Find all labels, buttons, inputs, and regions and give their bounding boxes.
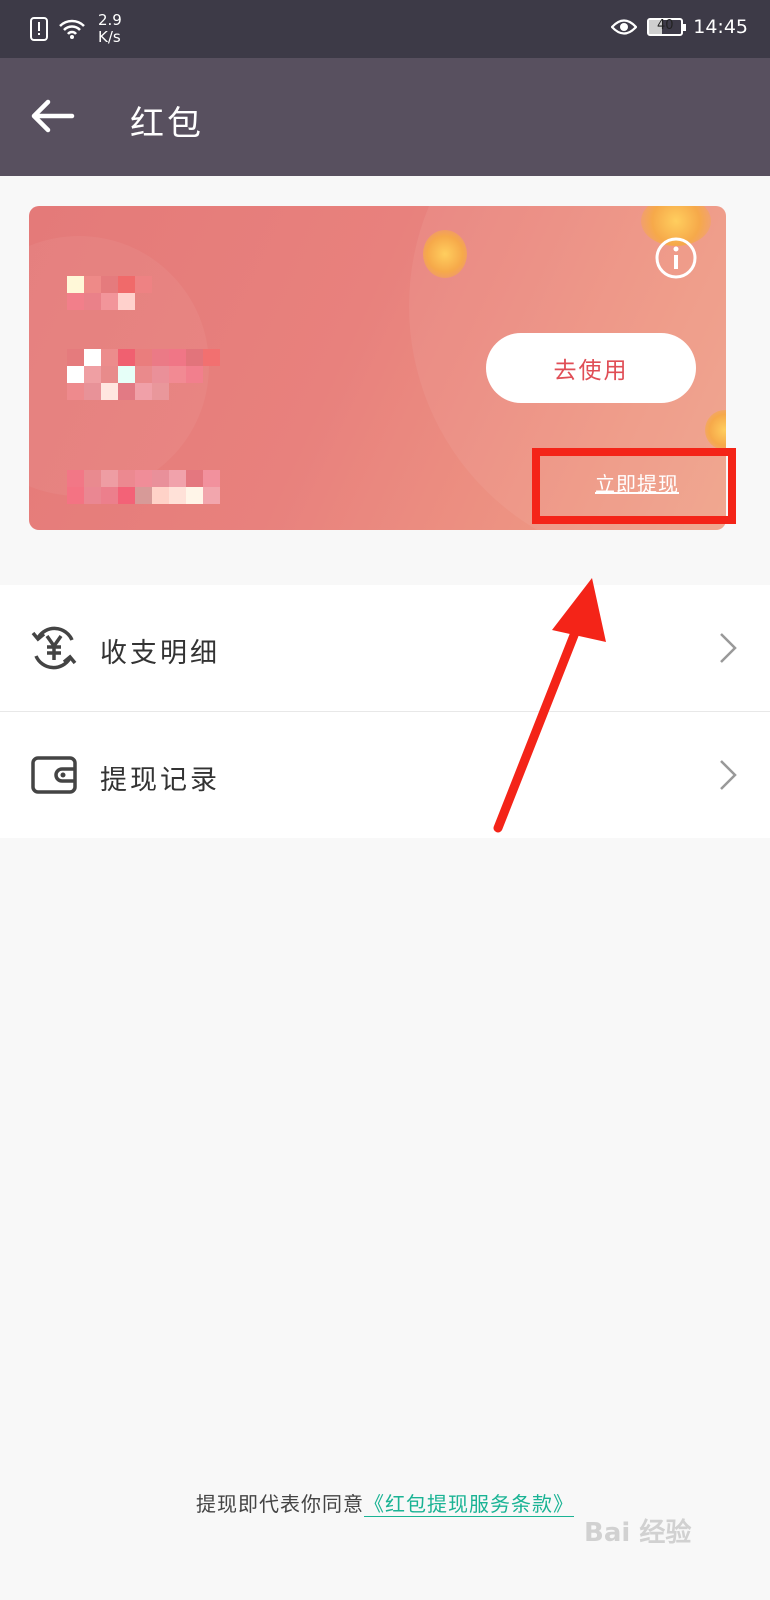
status-left: 2.9 K/s [30, 12, 122, 46]
pixelated-balance [67, 349, 220, 400]
network-speed: 2.9 K/s [98, 12, 122, 46]
wallet-icon [30, 751, 78, 799]
chevron-right-icon [718, 632, 738, 664]
menu-item-label: 收支明细 [100, 638, 220, 669]
pixelated-account-info [67, 276, 220, 310]
alert-icon [30, 17, 48, 41]
status-right: 40 14:45 [611, 16, 748, 38]
eye-comfort-icon [611, 17, 638, 37]
use-button[interactable]: 去使用 [486, 333, 696, 403]
footer-prefix: 提现即代表你同意 [196, 1492, 364, 1516]
back-arrow-icon[interactable] [28, 96, 78, 136]
coin-decoration [423, 230, 467, 278]
menu-item-label: 提现记录 [100, 765, 220, 796]
page-title: 红包 [130, 104, 204, 144]
menu-list: 收支明细 提现记录 [0, 585, 770, 838]
battery-level: 40 [656, 18, 674, 33]
info-icon[interactable] [654, 236, 698, 280]
annotation-highlight-box [532, 448, 736, 524]
battery-nub [683, 24, 687, 31]
network-speed-value: 2.9 [98, 11, 122, 29]
yuan-exchange-icon [30, 624, 78, 672]
wifi-icon [58, 18, 86, 40]
status-time: 14:45 [693, 16, 748, 38]
annotation-arrow [480, 560, 620, 850]
pixelated-subtext [67, 470, 220, 504]
status-bar: 2.9 K/s 40 14:45 [0, 0, 770, 58]
watermark: Bai 经验 [584, 1518, 692, 1548]
chevron-right-icon [718, 759, 738, 791]
battery-icon: 40 [647, 18, 687, 36]
terms-link[interactable]: 《红包提现服务条款》 [364, 1492, 574, 1517]
menu-item-withdraw-records[interactable]: 提现记录 [0, 711, 770, 838]
network-speed-unit: K/s [98, 28, 121, 46]
menu-item-income-expense[interactable]: 收支明细 [0, 585, 770, 711]
app-bar: 红包 [0, 58, 770, 176]
